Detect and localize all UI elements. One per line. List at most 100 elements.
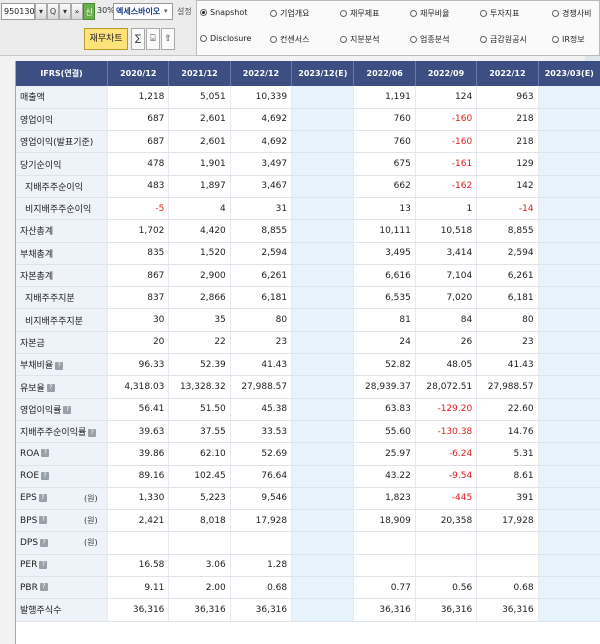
radio-option[interactable]: 재무비율 — [410, 8, 449, 19]
radio-option[interactable]: 금감원공시 — [480, 34, 527, 45]
help-icon[interactable]: ? — [41, 471, 50, 480]
table-cell: 27,988.57 — [476, 375, 539, 399]
table-cell: 27,988.57 — [230, 375, 293, 399]
table-cell — [538, 442, 600, 466]
table-cell: 36,316 — [353, 598, 416, 622]
table-row: 자본총계 867 2,900 6,261 6,616 7,104 6,261 — [16, 264, 600, 288]
table-cell: 52.69 — [230, 442, 293, 466]
help-icon[interactable]: ? — [63, 406, 72, 415]
help-icon[interactable]: ? — [46, 384, 55, 392]
column-header-label: IFRS(연결) — [16, 61, 109, 86]
table-row: 부채총계 835 1,520 2,594 3,495 3,414 2,594 — [16, 242, 600, 265]
radio-option[interactable]: 기업개요 — [270, 8, 309, 19]
row-label: 발행주식수 — [16, 598, 109, 622]
table-cell: 2,601 — [168, 108, 231, 132]
table-cell: 2,594 — [230, 242, 293, 265]
code-dropdown-icon[interactable]: ▾ — [35, 3, 47, 20]
radio-option[interactable]: IR정보 — [552, 34, 585, 45]
table-cell — [353, 554, 416, 578]
help-icon[interactable]: ? — [39, 583, 48, 592]
help-icon[interactable]: ? — [39, 560, 48, 569]
table-cell: -160 — [415, 130, 478, 154]
row-label: 부채비율? — [16, 353, 109, 377]
radio-option[interactable]: 업종분석 — [410, 34, 449, 45]
radio-option[interactable]: 재무제표 — [340, 8, 379, 19]
table-cell: 36,316 — [476, 598, 539, 622]
help-icon[interactable]: ? — [40, 538, 49, 547]
row-label: 영업이익 — [16, 108, 109, 132]
settings-link[interactable]: 설정 — [177, 6, 192, 17]
table-cell: -162 — [415, 175, 478, 198]
radio-option[interactable]: Disclosure — [200, 34, 251, 43]
radio-option[interactable]: 컨센서스 — [270, 34, 309, 45]
help-icon[interactable]: ? — [39, 516, 48, 525]
new-button[interactable]: 신 — [83, 3, 95, 20]
help-icon[interactable]: ? — [88, 428, 97, 437]
radio-dot-icon — [270, 10, 277, 17]
table-cell — [538, 242, 600, 265]
row-label: ROA? — [16, 442, 109, 466]
export-icon[interactable]: ⇧ — [161, 28, 175, 50]
table-cell: 23 — [476, 331, 539, 355]
table-cell: 760 — [353, 130, 416, 154]
table-row: 영업이익률? 56.41 51.50 45.38 63.83 -129.20 22.60 — [16, 398, 600, 421]
radio-option[interactable]: Snapshot — [200, 8, 247, 17]
row-label: ROE? — [16, 465, 109, 488]
radio-label: 투자지표 — [490, 9, 520, 18]
help-icon[interactable]: ? — [55, 361, 64, 370]
table-cell: 1,823 — [353, 487, 416, 511]
table-cell: 5.31 — [476, 442, 539, 466]
row-label-text: PER — [20, 560, 38, 571]
table-cell: 80 — [476, 308, 539, 332]
help-icon[interactable]: ? — [41, 449, 50, 458]
radio-label: 경쟁사비 — [562, 9, 592, 18]
sum-icon[interactable]: ∑ — [131, 28, 145, 50]
table-cell — [476, 531, 539, 555]
table-cell: 41.43 — [230, 353, 293, 377]
search-icon[interactable]: Q — [47, 3, 59, 20]
radio-option[interactable]: 투자지표 — [480, 8, 519, 19]
row-label-text: 영업이익률 — [20, 405, 62, 416]
row-label-text: EPS — [20, 493, 37, 504]
column-header: 2021/12 — [168, 61, 231, 86]
table-row: ROA? 39.86 62.10 52.69 25.97 -6.24 5.31 — [16, 442, 600, 466]
table-cell: 31 — [230, 197, 293, 221]
table-cell — [538, 353, 600, 377]
forward-icon[interactable]: » — [71, 3, 83, 20]
table-cell: 81 — [353, 308, 416, 332]
table-cell: 39.63 — [107, 420, 170, 444]
row-label-text: 지배주주순이익률 — [20, 428, 87, 439]
table-cell: 26 — [415, 331, 478, 355]
grid-icon[interactable]: ⌸ — [146, 28, 160, 50]
financial-chart-button[interactable]: 재무차트 — [84, 28, 128, 50]
table-row: 영업이익 687 2,601 4,692 760 -160 218 — [16, 108, 600, 132]
column-header: 2022/12 — [476, 61, 539, 86]
table-cell — [538, 152, 600, 176]
stock-code-input[interactable]: 950130 — [1, 3, 35, 20]
table-cell: 129 — [476, 152, 539, 176]
help-icon[interactable]: ? — [38, 493, 47, 502]
quick-dropdown-icon[interactable]: ▾ — [59, 3, 71, 20]
radio-option[interactable]: 경쟁사비 — [552, 8, 591, 19]
table-cell: 39.86 — [107, 442, 170, 466]
table-cell: 4,420 — [168, 219, 231, 243]
row-label: 비지배주주지분 — [16, 308, 109, 332]
radio-label: 기업개요 — [280, 9, 310, 18]
row-label-text: 발행주식수 — [20, 606, 62, 617]
table-cell: 102.45 — [168, 465, 231, 488]
table-row: 자본금 20 22 23 24 26 23 — [16, 331, 600, 355]
table-cell — [291, 108, 355, 132]
table-cell — [291, 398, 355, 421]
table-row: BPS? (원) 2,421 8,018 17,928 18,909 20,358 17,92… — [16, 509, 600, 533]
row-label: BPS? (원) — [16, 509, 109, 533]
table-cell: 483 — [107, 175, 170, 198]
row-label: 당기순이익 — [16, 152, 109, 176]
table-row: 부채비율? 96.33 52.39 41.43 52.82 48.05 41.43 — [16, 353, 600, 377]
row-label-text: 부채비율 — [20, 361, 54, 372]
row-label: 자산총계 — [16, 219, 109, 243]
table-cell — [291, 86, 355, 109]
radio-label: Disclosure — [210, 34, 252, 43]
radio-option[interactable]: 지분분석 — [340, 34, 379, 45]
table-cell: 56.41 — [107, 398, 170, 421]
chevron-down-icon[interactable]: ▾ — [164, 4, 172, 19]
